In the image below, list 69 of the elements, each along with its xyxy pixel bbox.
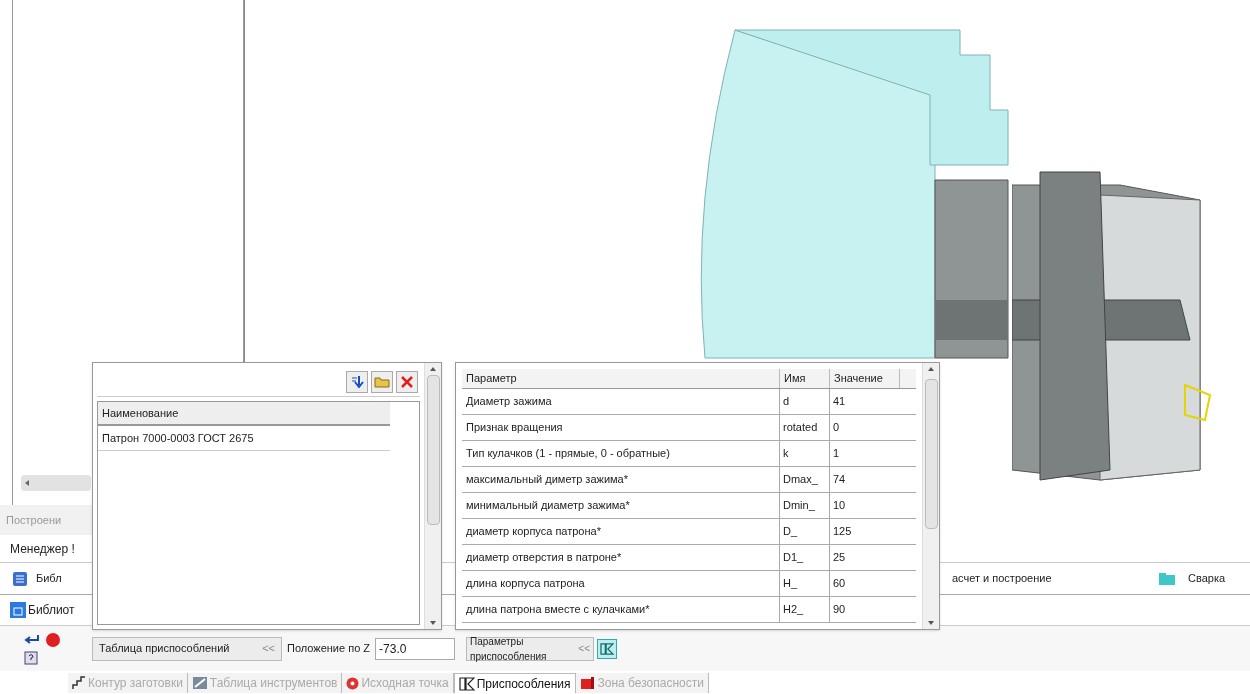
close-icon	[401, 375, 413, 388]
fixture-table-label: Таблица приспособлений	[99, 641, 230, 657]
table-cell-text: 74	[832, 472, 847, 488]
table-cell: максимальный диметр зажима*	[462, 467, 780, 492]
delete-button[interactable]	[396, 370, 418, 393]
z-position-label: Положение по Z	[286, 641, 372, 657]
library-icon	[10, 602, 26, 618]
chuck-toggle-button[interactable]	[597, 638, 618, 659]
bottom-tab[interactable]: Приспособления	[453, 673, 576, 693]
table-cell-text: 10	[832, 498, 847, 514]
library-label[interactable]: Библ	[36, 570, 62, 587]
table-cell: минимальный диаметр зажима*	[462, 493, 780, 518]
fixture-params-label: Параметры приспособления	[470, 634, 548, 664]
table-cell-text: 90	[832, 602, 847, 618]
table-cell: Тип кулачков (1 - прямые, 0 - обратные)	[462, 441, 780, 466]
scrollbar[interactable]	[922, 363, 939, 629]
step-line-icon	[72, 676, 86, 690]
table-cell: Диаметр зажима	[462, 389, 780, 414]
library-tab[interactable]: Библиот	[28, 601, 75, 619]
column-header[interactable]: Имя	[780, 369, 830, 388]
table-cell: D1_	[780, 545, 830, 570]
flag-icon	[579, 676, 596, 690]
scroll-up-icon[interactable]	[430, 367, 436, 371]
table-cell: Признак вращения	[462, 415, 780, 440]
table-cell-text: 0	[832, 420, 841, 436]
folder-label[interactable]: Сварка	[1188, 570, 1226, 587]
z-position-field[interactable]: -73.0	[375, 637, 456, 660]
fixture-table-bar[interactable]: Таблица приспособлений <<	[92, 636, 282, 661]
calc-label[interactable]: асчет и построение	[952, 570, 1152, 587]
table-cell: длина корпуса патрона	[462, 571, 780, 596]
chuck-icon	[600, 642, 615, 655]
table-cell: d	[780, 389, 830, 414]
panel-title: Менеджер !	[10, 540, 75, 558]
table-cell: H2_	[780, 597, 830, 622]
help-icon[interactable]	[24, 650, 38, 665]
down-arrow-icon	[350, 374, 364, 389]
scroll-up-icon[interactable]	[928, 367, 934, 371]
horizontal-scrollbar[interactable]	[21, 475, 91, 491]
column-header[interactable]: Параметр	[462, 369, 780, 388]
folder-icon	[374, 375, 390, 388]
chuck-icon	[458, 676, 475, 691]
fixture-params-bar[interactable]: Параметры приспособления <<	[466, 636, 595, 661]
table-cell: rotated	[780, 415, 830, 440]
scroll-down-icon[interactable]	[430, 621, 436, 625]
table-cell-text: 60	[832, 576, 847, 592]
table-cell-text: 41	[832, 394, 847, 410]
table-cell: D_	[780, 519, 830, 544]
table-cell: длина патрона вместе с кулачками*	[462, 597, 780, 622]
table-cell: k	[780, 441, 830, 466]
stop-icon[interactable]	[46, 632, 60, 647]
enter-arrow-icon[interactable]	[24, 634, 40, 645]
table-cell: Dmax_	[780, 467, 830, 492]
table-cell: диаметр отверстия в патроне*	[462, 545, 780, 570]
column-header[interactable]: Значение	[830, 369, 900, 388]
tools-icon	[191, 676, 208, 690]
column-header[interactable]: Наименование	[98, 402, 390, 426]
scroll-down-icon[interactable]	[928, 621, 934, 625]
library-icon	[12, 570, 28, 587]
table-cell-text: 125	[832, 524, 853, 540]
folder-icon	[1158, 571, 1176, 586]
table-cell-text: 25	[832, 550, 847, 566]
scrollbar[interactable]	[424, 363, 441, 629]
table-cell: Dmin_	[780, 493, 830, 518]
target-icon	[346, 676, 360, 690]
list-row[interactable]: Патрон 7000-0003 ГОСТ 2675	[98, 426, 390, 451]
table-cell-text: 1	[832, 446, 841, 462]
table-cell: H_	[780, 571, 830, 596]
import-button[interactable]	[346, 370, 368, 393]
table-cell: диаметр корпуса патрона*	[462, 519, 780, 544]
